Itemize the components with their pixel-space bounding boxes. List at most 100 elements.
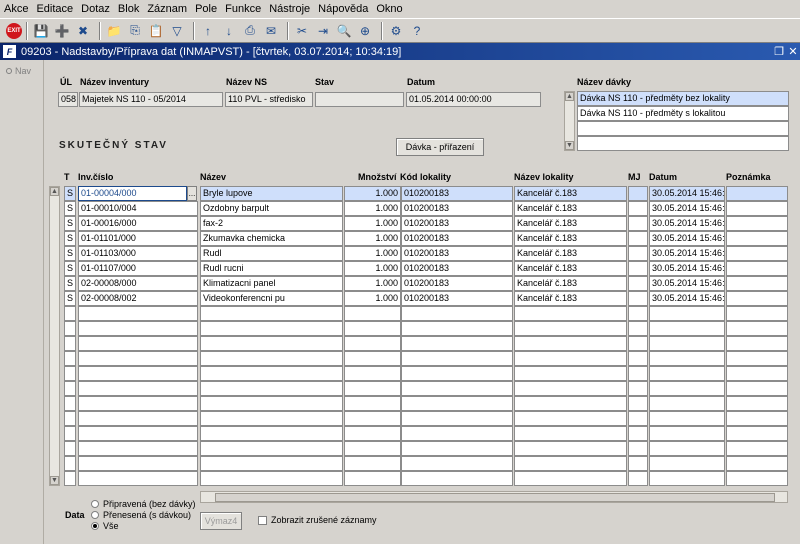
table-cell-qty[interactable]: 1.000 — [344, 246, 401, 261]
sort-icon[interactable]: ↑ — [199, 22, 217, 40]
table-cell-t[interactable]: S — [64, 186, 76, 201]
scroll-up-icon[interactable]: ▲ — [50, 187, 59, 196]
empty-cell[interactable] — [200, 456, 343, 471]
scroll-down-icon[interactable]: ▼ — [50, 476, 59, 485]
empty-cell[interactable] — [64, 426, 76, 441]
table-cell-note[interactable] — [726, 201, 788, 216]
table-cell-mj[interactable] — [628, 291, 648, 306]
menu-item-0[interactable]: Akce — [4, 3, 28, 15]
menu-item-5[interactable]: Pole — [195, 3, 217, 15]
table-cell-code[interactable]: 010200183 — [401, 231, 513, 246]
empty-cell[interactable] — [200, 366, 343, 381]
empty-cell[interactable] — [401, 396, 513, 411]
empty-cell[interactable] — [628, 471, 648, 486]
table-cell-code[interactable]: 010200183 — [401, 216, 513, 231]
table-cell-loc[interactable]: Kancelář č.183 — [514, 216, 627, 231]
menu-item-8[interactable]: Nápověda — [318, 3, 368, 15]
table-cell-name[interactable]: fax-2 — [200, 216, 343, 231]
batch-scrollbar[interactable]: ▲ ▼ — [564, 91, 575, 151]
menu-item-7[interactable]: Nástroje — [269, 3, 310, 15]
batch-list-item[interactable]: Dávka NS 110 - předměty s lokalitou — [577, 106, 789, 121]
empty-cell[interactable] — [78, 321, 198, 336]
table-cell-qty[interactable]: 1.000 — [344, 186, 401, 201]
table-cell-date[interactable]: 30.05.2014 15:46:1 — [649, 291, 725, 306]
table-cell-code[interactable]: 010200183 — [401, 201, 513, 216]
settings-icon[interactable]: ⚙ — [387, 22, 405, 40]
empty-cell[interactable] — [514, 471, 627, 486]
empty-cell[interactable] — [64, 456, 76, 471]
paste-icon[interactable]: 📋 — [147, 22, 165, 40]
empty-cell[interactable] — [401, 471, 513, 486]
empty-cell[interactable] — [649, 381, 725, 396]
save-icon[interactable]: 💾 — [32, 22, 50, 40]
table-cell-date[interactable]: 30.05.2014 15:46:1 — [649, 276, 725, 291]
table-cell-t[interactable]: S — [64, 291, 76, 306]
table-cell-inv[interactable]: 01-00004/000 — [78, 186, 187, 201]
empty-cell[interactable] — [649, 366, 725, 381]
empty-cell[interactable] — [344, 411, 401, 426]
table-cell-code[interactable]: 010200183 — [401, 246, 513, 261]
delete-button[interactable]: Výmaz4 — [200, 512, 242, 530]
grid-hscrollbar[interactable] — [200, 491, 788, 503]
empty-cell[interactable] — [514, 396, 627, 411]
empty-cell[interactable] — [344, 366, 401, 381]
empty-cell[interactable] — [401, 426, 513, 441]
empty-cell[interactable] — [200, 381, 343, 396]
help-icon[interactable]: ? — [408, 22, 426, 40]
empty-cell[interactable] — [401, 336, 513, 351]
empty-cell[interactable] — [78, 456, 198, 471]
new-record-icon[interactable]: ➕ — [53, 22, 71, 40]
table-cell-date[interactable]: 30.05.2014 15:46:1 — [649, 261, 725, 276]
table-cell-date[interactable]: 30.05.2014 15:46:1 — [649, 246, 725, 261]
table-cell-code[interactable]: 010200183 — [401, 261, 513, 276]
table-cell-note[interactable] — [726, 231, 788, 246]
empty-cell[interactable] — [401, 381, 513, 396]
empty-cell[interactable] — [64, 321, 76, 336]
table-cell-date[interactable]: 30.05.2014 15:46:1 — [649, 216, 725, 231]
table-cell-code[interactable]: 010200183 — [401, 276, 513, 291]
empty-cell[interactable] — [200, 351, 343, 366]
table-cell-date[interactable]: 30.05.2014 15:46:1 — [649, 201, 725, 216]
empty-cell[interactable] — [726, 396, 788, 411]
ul-field[interactable]: 058 — [58, 92, 78, 107]
empty-cell[interactable] — [344, 336, 401, 351]
empty-cell[interactable] — [649, 441, 725, 456]
empty-cell[interactable] — [649, 456, 725, 471]
table-cell-t[interactable]: S — [64, 276, 76, 291]
menu-item-6[interactable]: Funkce — [225, 3, 261, 15]
empty-cell[interactable] — [200, 471, 343, 486]
radio-button[interactable] — [91, 511, 99, 519]
mail-icon[interactable]: ✉ — [262, 22, 280, 40]
empty-cell[interactable] — [514, 426, 627, 441]
table-cell-date[interactable]: 30.05.2014 15:46:1 — [649, 231, 725, 246]
table-cell-date[interactable]: 30.05.2014 15:46:1 — [649, 186, 725, 201]
table-cell-inv[interactable]: 01-01107/000 — [78, 261, 198, 276]
empty-cell[interactable] — [726, 336, 788, 351]
empty-cell[interactable] — [64, 306, 76, 321]
table-cell-mj[interactable] — [628, 201, 648, 216]
table-cell-loc[interactable]: Kancelář č.183 — [514, 261, 627, 276]
table-cell-qty[interactable]: 1.000 — [344, 216, 401, 231]
empty-cell[interactable] — [64, 396, 76, 411]
empty-cell[interactable] — [726, 411, 788, 426]
empty-cell[interactable] — [649, 471, 725, 486]
filter-icon[interactable]: ▽ — [168, 22, 186, 40]
empty-cell[interactable] — [200, 411, 343, 426]
empty-cell[interactable] — [726, 426, 788, 441]
table-cell-mj[interactable] — [628, 246, 648, 261]
filter-option-2[interactable]: Vše — [91, 521, 119, 531]
table-cell-code[interactable]: 010200183 — [401, 291, 513, 306]
empty-cell[interactable] — [401, 411, 513, 426]
radio-button[interactable] — [91, 522, 99, 530]
empty-cell[interactable] — [78, 426, 198, 441]
table-cell-qty[interactable]: 1.000 — [344, 201, 401, 216]
empty-cell[interactable] — [649, 426, 725, 441]
empty-cell[interactable] — [64, 381, 76, 396]
empty-cell[interactable] — [726, 471, 788, 486]
table-cell-mj[interactable] — [628, 276, 648, 291]
empty-cell[interactable] — [78, 411, 198, 426]
empty-cell[interactable] — [78, 396, 198, 411]
lookup-button[interactable]: ... — [187, 186, 197, 201]
empty-cell[interactable] — [78, 306, 198, 321]
table-cell-inv[interactable]: 02-00008/000 — [78, 276, 198, 291]
